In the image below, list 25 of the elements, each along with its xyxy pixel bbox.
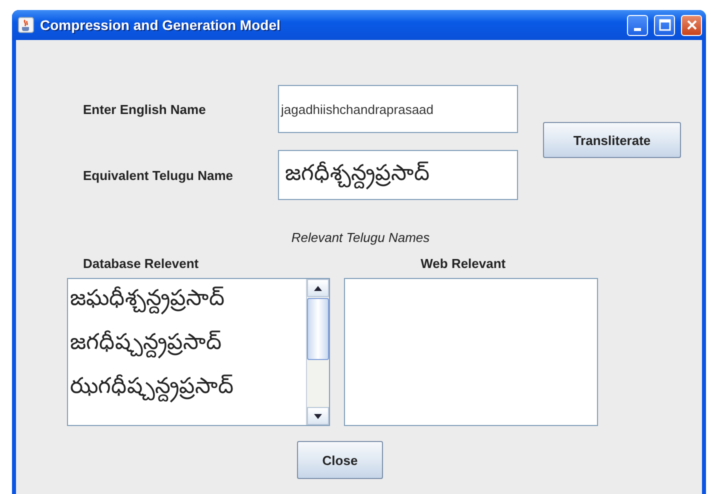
- english-name-field[interactable]: jagadhiishchandraprasaad: [278, 85, 518, 133]
- minimize-button[interactable]: [627, 14, 648, 36]
- java-cup-icon: [18, 17, 34, 33]
- maximize-icon: [658, 19, 670, 31]
- down-arrow-icon[interactable]: [314, 414, 322, 418]
- english-name-label: Enter English Name: [83, 102, 207, 116]
- minimize-icon: [634, 28, 641, 30]
- list-item[interactable]: జఘధీశ్చన్ద్రప్రసాద్: [70, 281, 306, 325]
- transliterate-button[interactable]: Transliterate: [543, 122, 681, 158]
- web-label: Web Relevant: [420, 256, 506, 271]
- web-list[interactable]: [344, 278, 598, 426]
- window-title: Compression and Generation Model: [40, 17, 282, 33]
- database-list[interactable]: జఘధీశ్చన్ద్రప్రసాద్ జగధీష్చన్ద్రప్రసాద్ ఝగధీష్చన్ద్రప్రసాద్: [67, 278, 330, 426]
- close-icon-button[interactable]: [681, 14, 702, 36]
- telugu-name-field[interactable]: జగధీశ్చన్ద్రప్రసాద్: [278, 150, 518, 200]
- close-button[interactable]: Close: [297, 441, 383, 479]
- maximize-button[interactable]: [654, 14, 675, 36]
- list-item[interactable]: ఝగధీష్చన్ద్రప్రసాద్: [70, 369, 306, 413]
- up-arrow-icon[interactable]: [314, 286, 322, 290]
- database-label: Database Relevent: [83, 256, 199, 271]
- section-heading: Relevant Telugu Names: [291, 230, 430, 245]
- telugu-name-label: Equivalent Telugu Name: [83, 168, 234, 182]
- close-icon: [686, 19, 698, 31]
- scrollbar[interactable]: [306, 279, 329, 425]
- list-item[interactable]: జగధీష్చన్ద్రప్రసాద్: [70, 325, 306, 369]
